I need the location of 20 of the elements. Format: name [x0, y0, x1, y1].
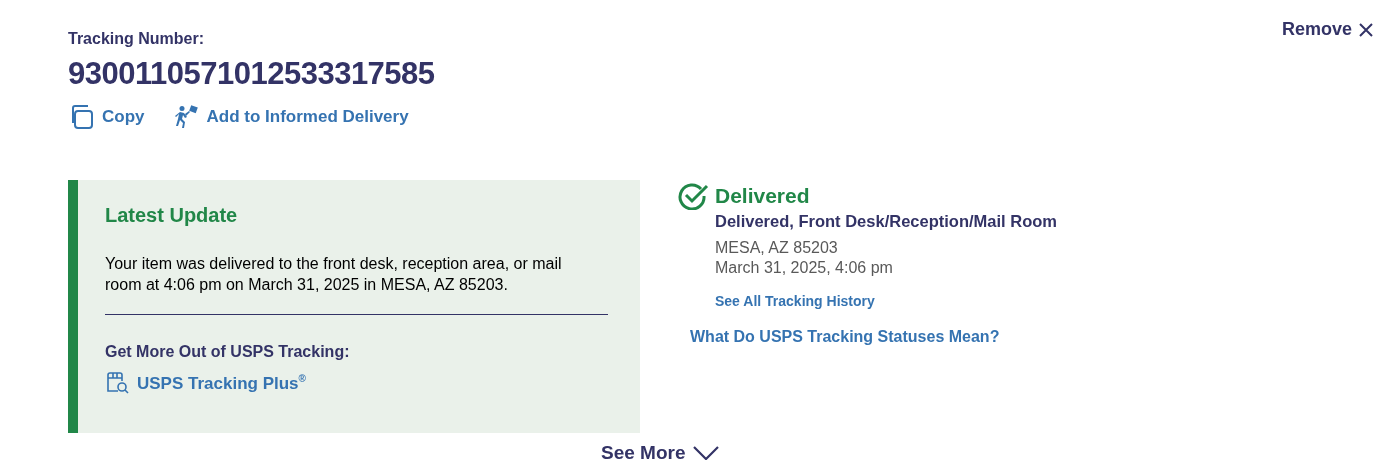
close-icon — [1358, 21, 1374, 38]
copy-link[interactable]: Copy — [68, 104, 145, 130]
update-message: Your item was delivered to the front desk, reception area, or mail room at 4:06 pm on March 31, 2025 in MESA, AZ 85203. — [105, 254, 563, 295]
promo-heading: Get More Out of USPS Tracking: — [105, 343, 351, 361]
box-search-icon — [105, 371, 131, 395]
tracking-number: 9300110571012533317585 — [68, 56, 436, 92]
status-location: MESA, AZ 85203 — [715, 239, 839, 257]
latest-update-title: Latest Update — [105, 204, 239, 227]
status-datetime: March 31, 2025, 4:06 pm — [715, 259, 894, 277]
status-detail: Delivered, Front Desk/Reception/Mail Room — [715, 212, 1057, 231]
status-title: Delivered — [715, 184, 810, 208]
tracking-number-label: Tracking Number: — [68, 30, 206, 48]
informed-delivery-link[interactable]: Add to Informed Delivery — [172, 105, 409, 129]
tracking-history-link[interactable]: See All Tracking History — [715, 293, 875, 309]
statuses-link[interactable]: What Do USPS Tracking Statuses Mean? — [690, 328, 1000, 346]
chevron-down-icon — [693, 446, 720, 460]
see-more-button[interactable]: See More — [601, 442, 720, 464]
remove-button[interactable]: Remove — [1281, 19, 1374, 40]
check-circle-icon — [678, 182, 709, 210]
tracking-plus-link[interactable]: USPS Tracking Plus$^{®}$ — [105, 371, 608, 395]
